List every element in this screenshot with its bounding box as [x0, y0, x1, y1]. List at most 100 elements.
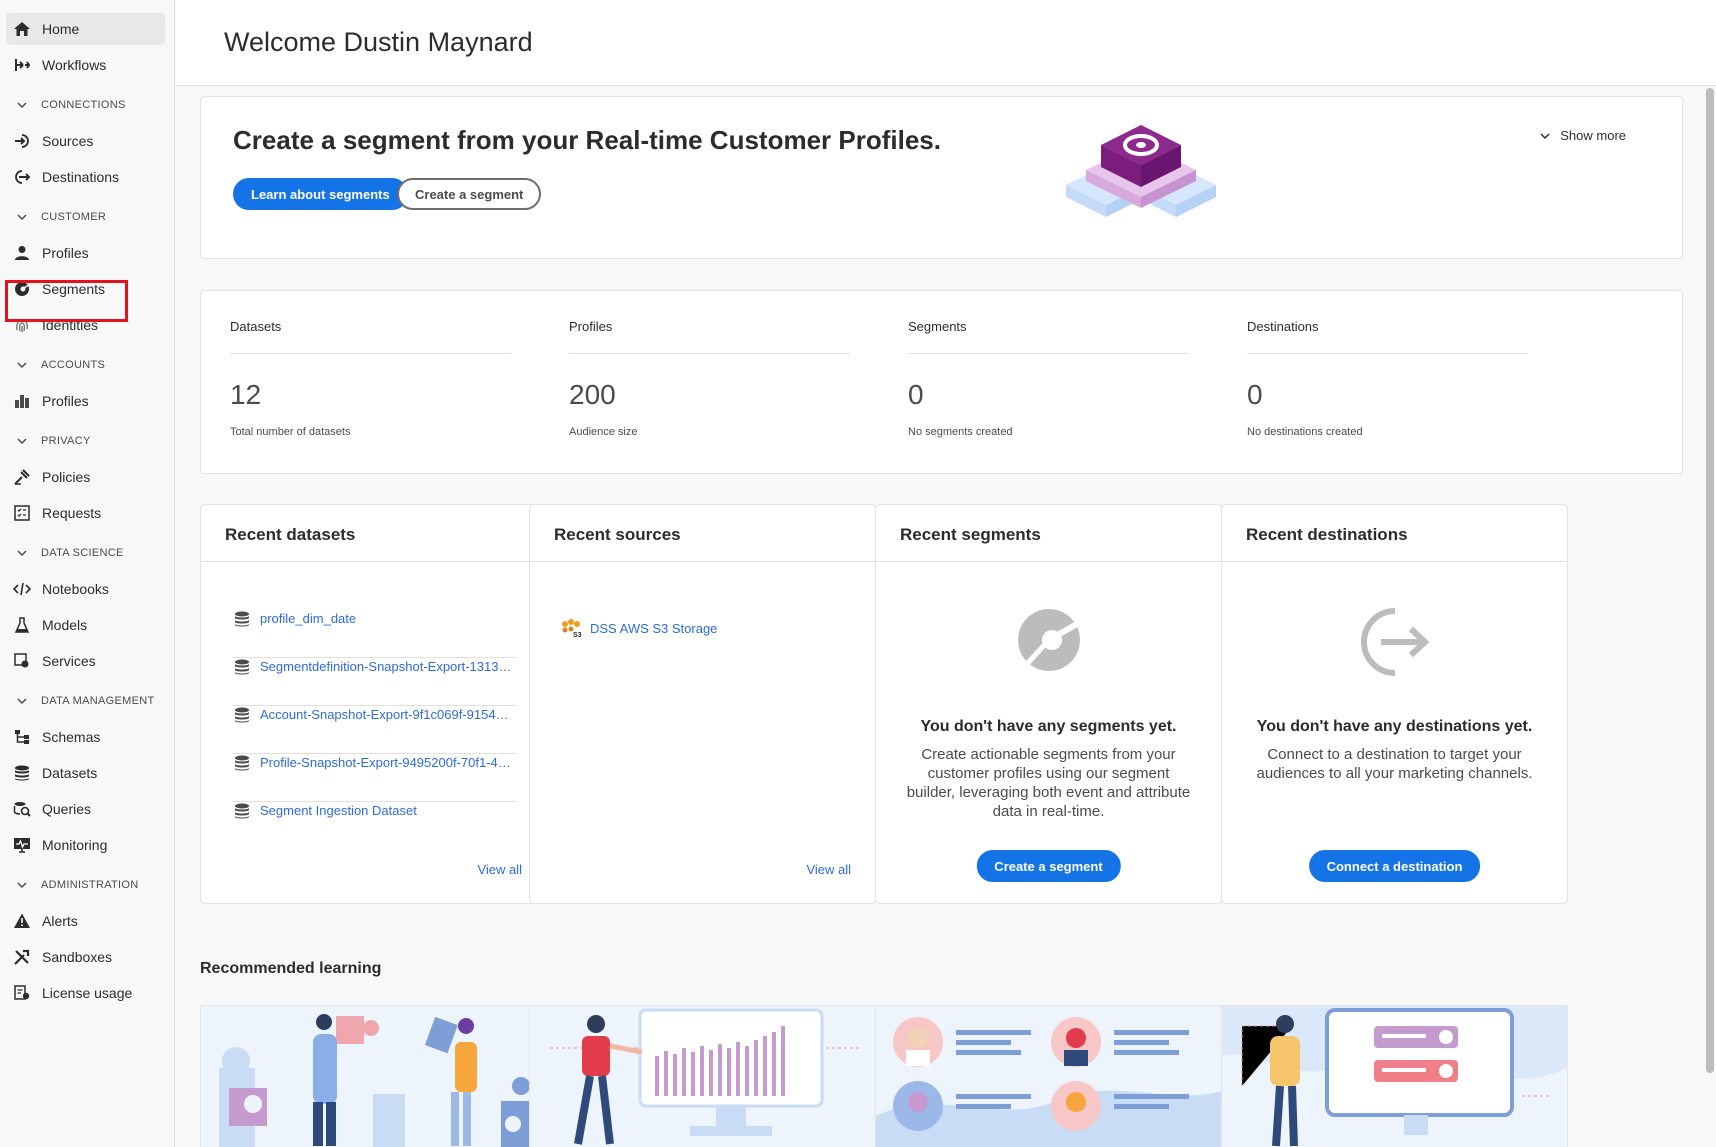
- sidebar-item-label: Policies: [42, 469, 91, 485]
- page-title: Welcome Dustin Maynard: [224, 27, 533, 57]
- database-icon: [233, 754, 251, 772]
- dataset-list: profile_dim_date Segmentdefinition-Snaps…: [233, 610, 517, 850]
- schema-icon: [12, 727, 32, 747]
- sidebar-item-requests[interactable]: Requests: [6, 497, 165, 529]
- empty-state-text: Connect to a destination to target your …: [1256, 746, 1533, 782]
- show-more-label: Show more: [1560, 128, 1626, 143]
- sidebar-item-destinations[interactable]: Destinations: [6, 161, 165, 193]
- empty-state-heading: You don't have any segments yet.: [920, 718, 1177, 735]
- learning-card-analytics[interactable]: [529, 1005, 876, 1147]
- sidebar-item-label: Destinations: [42, 169, 120, 185]
- sidebar-item-label: Workflows: [42, 57, 107, 73]
- sidebar-item-monitoring[interactable]: Monitoring: [6, 829, 165, 861]
- stat-value: 0: [1247, 379, 1263, 410]
- sidebar-item-label: Monitoring: [42, 837, 108, 853]
- page-header: Welcome Dustin Maynard: [176, 0, 1716, 86]
- dataset-link[interactable]: Profile-Snapshot-Export-9495200f-70f1-4b…: [260, 754, 512, 772]
- segment-hero-card: Create a segment from your Real-time Cus…: [200, 96, 1683, 259]
- database-icon: [233, 658, 251, 676]
- sidebar-item-sandboxes[interactable]: Sandboxes: [6, 941, 165, 973]
- recent-datasets-card: Recent datasets profile_dim_date Segment…: [200, 504, 547, 904]
- vertical-scrollbar[interactable]: [1706, 88, 1714, 1073]
- sidebar-item-alerts[interactable]: Alerts: [6, 905, 165, 937]
- aws-s3-icon: S3: [562, 619, 582, 638]
- dataset-link[interactable]: profile_dim_date: [260, 610, 356, 628]
- source-link[interactable]: DSS AWS S3 Storage: [590, 621, 717, 636]
- section-connections[interactable]: CONNECTIONS: [0, 89, 174, 121]
- recent-sources-card: Recent sources S3 DSS AWS S3 Storage Vie…: [529, 504, 876, 904]
- sidebar-item-label: Profiles: [42, 393, 89, 409]
- section-data-science[interactable]: DATA SCIENCE: [0, 537, 174, 569]
- user-icon: [12, 243, 32, 263]
- section-title: CONNECTIONS: [41, 99, 126, 111]
- sidebar-item-workflows[interactable]: Workflows: [6, 49, 165, 81]
- alert-icon: [12, 911, 32, 931]
- database-icon: [12, 763, 32, 783]
- stat-subtext: Audience size: [569, 426, 638, 438]
- view-all-datasets-link[interactable]: View all: [477, 862, 522, 877]
- sidebar-item-datasets[interactable]: Datasets: [6, 757, 165, 789]
- learning-card-destinations[interactable]: [1221, 1005, 1568, 1147]
- sidebar-item-account-profiles[interactable]: Profiles: [6, 385, 165, 417]
- sidebar-item-label: Services: [42, 653, 96, 669]
- section-title: PRIVACY: [41, 435, 91, 447]
- sidebar-item-label: Alerts: [42, 913, 78, 929]
- sidebar-item-home[interactable]: Home: [6, 13, 165, 45]
- sidebar-item-customer-profiles[interactable]: Profiles: [6, 237, 165, 269]
- flask-icon: [12, 615, 32, 635]
- destinations-illustration: [1222, 1006, 1567, 1147]
- section-privacy[interactable]: PRIVACY: [0, 425, 174, 457]
- show-more-toggle[interactable]: Show more: [1539, 128, 1626, 143]
- dataset-link[interactable]: Account-Snapshot-Export-9f1c069f-9154-42…: [260, 706, 512, 724]
- services-icon: [12, 651, 32, 671]
- chevron-down-icon: [16, 359, 28, 371]
- dataset-link[interactable]: Segment Ingestion Dataset: [260, 802, 417, 820]
- stat-label: Datasets: [230, 319, 282, 334]
- sidebar-item-schemas[interactable]: Schemas: [6, 721, 165, 753]
- chevron-down-icon: [16, 879, 28, 891]
- learn-about-segments-button[interactable]: Learn about segments: [233, 178, 408, 210]
- stat-subtext: No segments created: [908, 426, 1013, 438]
- section-administration[interactable]: ADMINISTRATION: [0, 869, 174, 901]
- connect-destination-button[interactable]: Connect a destination: [1308, 850, 1481, 882]
- sidebar-item-models[interactable]: Models: [6, 609, 165, 641]
- sidebar-item-segments[interactable]: Segments: [6, 273, 165, 305]
- puzzle-illustration: [201, 1006, 546, 1147]
- create-segment-button[interactable]: Create a segment: [976, 850, 1121, 882]
- segment-cube-illustration: [1066, 125, 1216, 217]
- list-item: S3 DSS AWS S3 Storage: [560, 618, 717, 638]
- divider: [230, 353, 511, 354]
- section-customer[interactable]: CUSTOMER: [0, 201, 174, 233]
- segments-icon: [12, 279, 32, 299]
- section-title: CUSTOMER: [41, 211, 107, 223]
- learning-card-profiles[interactable]: [875, 1005, 1222, 1147]
- sidebar-item-label: Queries: [42, 801, 92, 817]
- tools-icon: [12, 947, 32, 967]
- gavel-icon: [12, 467, 32, 487]
- sidebar-item-identities[interactable]: Identities: [6, 309, 165, 341]
- sidebar-item-label: Profiles: [42, 245, 89, 261]
- hero-create-segment-button[interactable]: Create a segment: [397, 178, 542, 210]
- sidebar-item-label: License usage: [42, 985, 133, 1001]
- stat-destinations: Destinations 0 No destinations created: [1218, 291, 1528, 475]
- sidebar-item-label: Segments: [42, 281, 106, 297]
- section-data-management[interactable]: DATA MANAGEMENT: [0, 685, 174, 717]
- view-all-sources-link[interactable]: View all: [806, 862, 851, 877]
- sidebar-item-policies[interactable]: Policies: [6, 461, 165, 493]
- checklist-icon: [12, 503, 32, 523]
- sidebar-item-queries[interactable]: Queries: [6, 793, 165, 825]
- sidebar-item-notebooks[interactable]: Notebooks: [6, 573, 165, 605]
- sidebar-item-label: Identities: [42, 317, 99, 333]
- dataset-link[interactable]: Segmentdefinition-Snapshot-Export-13132b…: [260, 658, 512, 676]
- sidebar-item-license-usage[interactable]: License usage: [6, 977, 165, 1009]
- monitoring-icon: [12, 835, 32, 855]
- sidebar-item-sources[interactable]: Sources: [6, 125, 165, 157]
- database-icon: [233, 706, 251, 724]
- list-item: Profile-Snapshot-Export-9495200f-70f1-4b…: [233, 754, 517, 802]
- sources-icon: [12, 131, 32, 151]
- chevron-down-icon: [16, 99, 28, 111]
- section-accounts[interactable]: ACCOUNTS: [0, 349, 174, 381]
- learning-card-puzzle[interactable]: [200, 1005, 547, 1147]
- stat-value: 12: [230, 379, 262, 410]
- sidebar-item-services[interactable]: Services: [6, 645, 165, 677]
